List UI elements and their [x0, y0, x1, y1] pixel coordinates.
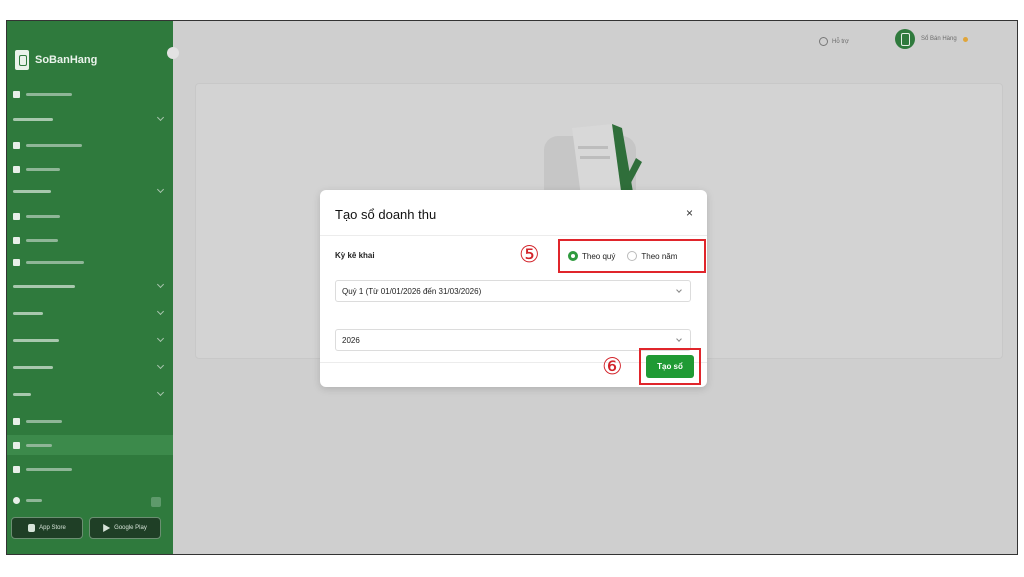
sidebar-item-tax-info[interactable]	[13, 414, 167, 428]
chevron-down-icon	[156, 307, 165, 316]
edit-icon[interactable]	[151, 497, 161, 507]
create-book-button[interactable]: Tạo sổ	[646, 355, 694, 378]
sidebar-group-label	[13, 189, 51, 193]
cart-icon	[13, 141, 20, 149]
document-icon	[13, 165, 20, 173]
step-6-marker: ⑥	[602, 354, 623, 380]
sidebar: SoBanHang App Store Google Play	[7, 21, 179, 554]
file-icon	[13, 465, 20, 473]
sidebar-group-label	[13, 365, 53, 369]
chevron-down-icon	[156, 388, 165, 397]
sidebar-group-staff[interactable]	[13, 360, 167, 374]
sidebar-item-label	[26, 238, 58, 242]
radio-yearly[interactable]: Theo năm	[627, 251, 677, 261]
apple-icon	[28, 524, 36, 532]
help-label: Hỗ trợ	[832, 38, 849, 45]
google-play-icon	[103, 524, 111, 532]
chevron-down-icon	[676, 287, 682, 293]
chevron-down-icon	[156, 334, 165, 343]
period-type-radio-group: Theo quý Theo năm	[558, 239, 706, 273]
brand-logo[interactable]: SoBanHang	[15, 49, 97, 71]
google-play-label: Google Play	[114, 525, 147, 531]
sidebar-group-finance[interactable]	[13, 306, 167, 320]
sidebar-item-label	[26, 443, 52, 447]
brand-name: SoBanHang	[35, 54, 98, 66]
home-icon	[13, 90, 20, 98]
sidebar-group-tax[interactable]	[13, 387, 167, 401]
sidebar-item-label	[26, 92, 72, 96]
materials-icon	[13, 258, 20, 266]
app-store-button[interactable]: App Store	[11, 517, 83, 539]
box-icon	[13, 212, 20, 220]
chevron-down-icon	[156, 280, 165, 289]
sidebar-collapse-button[interactable]	[167, 47, 179, 59]
year-select-value: 2026	[342, 335, 360, 345]
sidebar-item-orders[interactable]	[13, 162, 167, 176]
divider	[320, 235, 707, 236]
sidebar-item-label	[26, 498, 42, 502]
radio-selected-icon	[568, 251, 578, 261]
sidebar-item-label	[26, 143, 82, 147]
app-window: SoBanHang App Store Google Play Hỗ trợ S…	[6, 20, 1018, 555]
sidebar-item-home[interactable]	[13, 87, 167, 101]
radio-yearly-label: Theo năm	[641, 251, 678, 261]
sidebar-item-label	[26, 167, 60, 171]
sidebar-item-label	[26, 467, 72, 471]
chevron-down-icon	[156, 185, 165, 194]
chevron-down-icon	[156, 113, 165, 122]
create-button-highlight: Tạo sổ	[639, 348, 701, 385]
person-icon	[13, 417, 20, 425]
logo-icon	[15, 50, 29, 70]
sidebar-group-label	[13, 311, 43, 315]
close-icon[interactable]: ×	[686, 206, 693, 220]
sidebar-item-products[interactable]	[13, 209, 167, 223]
sidebar-group-marketing[interactable]	[13, 333, 167, 347]
chevron-down-icon	[676, 336, 682, 342]
quarter-select[interactable]: Quý 1 (Từ 01/01/2026 đến 31/03/2026)	[335, 280, 691, 302]
sidebar-group-sales[interactable]	[13, 112, 167, 126]
premium-badge-icon	[962, 36, 968, 42]
sidebar-item-inventory[interactable]	[13, 233, 167, 247]
sidebar-group-label	[13, 338, 59, 342]
sidebar-item-label	[26, 260, 84, 264]
sidebar-group-label	[13, 284, 75, 288]
google-play-button[interactable]: Google Play	[89, 517, 161, 539]
sidebar-item-tax-books[interactable]	[7, 435, 173, 455]
radio-quarterly-label: Theo quý	[582, 251, 616, 261]
chevron-down-icon	[156, 361, 165, 370]
year-select[interactable]: 2026	[335, 329, 691, 351]
app-store-label: App Store	[39, 525, 66, 531]
quarter-select-value: Quý 1 (Từ 01/01/2026 đến 31/03/2026)	[342, 286, 482, 296]
sidebar-group-products[interactable]	[13, 184, 167, 198]
app-store-links: App Store Google Play	[11, 517, 161, 539]
sidebar-group-label	[13, 392, 31, 396]
sidebar-item-pos[interactable]	[13, 138, 167, 152]
period-label: Kỳ kê khai	[335, 251, 375, 260]
sidebar-group-label	[13, 117, 53, 121]
radio-unselected-icon	[627, 251, 638, 261]
avatar	[895, 29, 915, 49]
help-link[interactable]: Hỗ trợ	[819, 37, 849, 46]
sidebar-item-label	[26, 214, 60, 218]
user-menu[interactable]: Sổ Bán Hàng	[895, 29, 968, 49]
gear-icon	[13, 496, 20, 504]
step-5-marker: ⑤	[519, 242, 540, 268]
dialog-title: Tạo sổ doanh thu	[335, 207, 437, 222]
sidebar-item-label	[26, 419, 62, 423]
book-icon	[13, 441, 20, 449]
sidebar-item-materials[interactable]	[13, 255, 167, 269]
radio-quarterly[interactable]: Theo quý	[568, 251, 615, 261]
create-revenue-book-dialog: Tạo sổ doanh thu × Kỳ kê khai ⑤ Theo quý…	[320, 190, 707, 387]
user-name: Sổ Bán Hàng	[921, 36, 957, 42]
help-icon	[819, 37, 828, 46]
sidebar-item-tax-declaration[interactable]	[13, 462, 167, 476]
sidebar-group-customers[interactable]	[13, 279, 167, 293]
sidebar-item-settings[interactable]	[13, 493, 167, 507]
warehouse-icon	[13, 236, 20, 244]
